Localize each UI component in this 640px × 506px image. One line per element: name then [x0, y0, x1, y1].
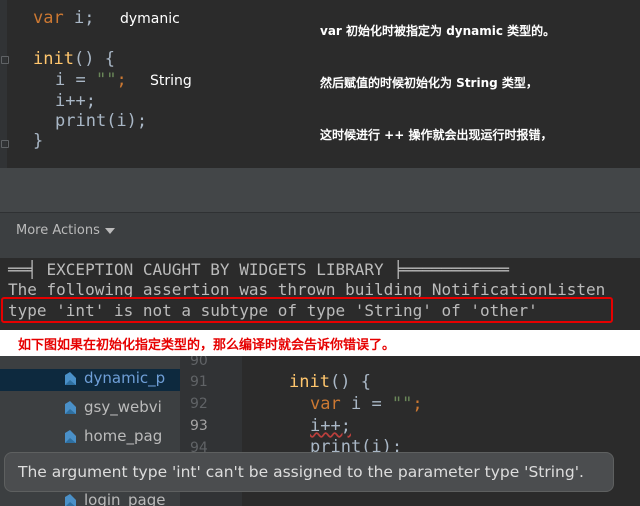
caret-down-icon: [104, 227, 115, 234]
code-editor-panel: var i; dymanic init() { i = ""; String i…: [0, 0, 640, 168]
line-number: 90: [190, 356, 208, 369]
code-line-increment: i++;: [55, 91, 96, 111]
code-line-var: var i;: [33, 8, 94, 28]
console-panel: ══╡ EXCEPTION CAUGHT BY WIDGETS LIBRARY …: [0, 258, 640, 330]
toolbar-stripe: [0, 168, 640, 212]
code-line-close: }: [33, 131, 44, 151]
more-actions-button[interactable]: More Actions: [16, 223, 115, 238]
tooltip-text: The argument type 'int' can't be assigne…: [18, 463, 584, 481]
toolbar-divider: [0, 212, 640, 213]
code-line-assign: i = "";: [55, 70, 127, 90]
caption-text: 如下图如果在初始化指定类型的，那么编译时就会告诉你错误了。: [18, 338, 396, 353]
line-number: 92: [190, 396, 208, 412]
fold-marker-icon[interactable]: [1, 140, 9, 148]
dart-file-icon: [65, 371, 76, 385]
console-line: ══╡ EXCEPTION CAUGHT BY WIDGETS LIBRARY …: [8, 260, 509, 279]
tree-item-label: login_page: [84, 491, 166, 506]
line-number-current: 93: [190, 418, 208, 434]
line-number: 91: [190, 374, 208, 390]
code-line-print: print(i);: [55, 111, 148, 131]
code-line-increment: i++;: [310, 416, 351, 436]
more-actions-label: More Actions: [16, 223, 100, 238]
type-label-dynamic: dymanic: [120, 11, 180, 27]
error-highlight-box: [1, 297, 613, 323]
dart-file-icon: [65, 493, 76, 506]
note-2: 然后赋值的时候初始化为 String 类型，: [320, 76, 538, 90]
variable-name: i;: [73, 8, 95, 28]
dart-file-icon: [65, 429, 76, 443]
note-1: var 初始化时被指定为 dynamic 类型的。: [320, 24, 556, 38]
tree-item-label: gsy_webvi: [84, 398, 162, 416]
tree-item-label: home_pag: [84, 427, 163, 445]
note-3: 这时候进行 ++ 操作就会出现运行时报错，: [320, 128, 553, 142]
keyword-var: var: [33, 8, 64, 28]
error-tooltip: The argument type 'int' can't be assigne…: [4, 452, 614, 492]
fold-marker-icon[interactable]: [1, 56, 9, 64]
type-label-string: String: [150, 73, 192, 89]
actions-toolbar: More Actions: [0, 168, 640, 258]
tree-item-home[interactable]: home_pag: [62, 427, 180, 449]
code-line-init: init() {: [33, 49, 115, 69]
tree-item-label: dynamic_p: [84, 369, 166, 387]
dart-file-icon: [65, 400, 76, 414]
tree-item-dynamic[interactable]: dynamic_p: [0, 369, 180, 391]
tree-item-login[interactable]: login_page: [62, 491, 180, 506]
tree-item-webview[interactable]: gsy_webvi: [62, 398, 180, 420]
code-line-init: init() {: [289, 372, 371, 392]
code-line-assign: var i = "";: [310, 394, 423, 414]
